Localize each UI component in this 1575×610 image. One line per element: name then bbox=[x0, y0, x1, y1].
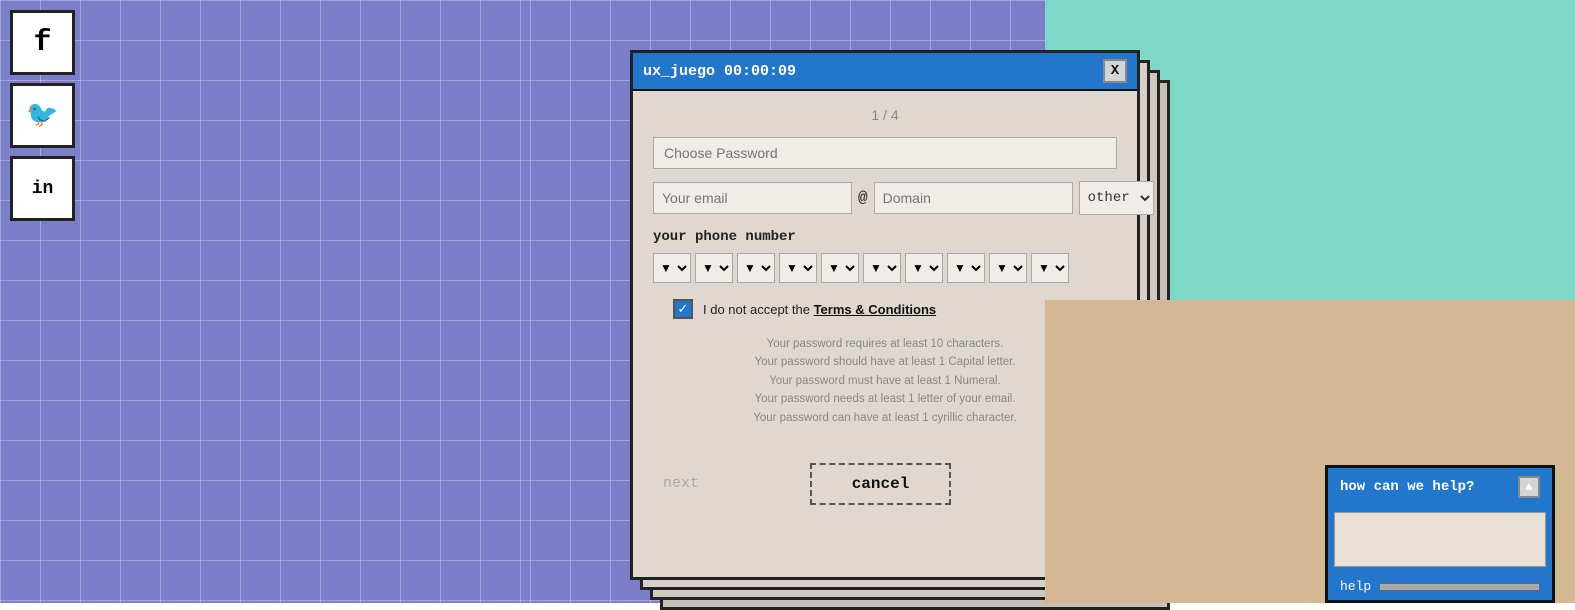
email-domain-input[interactable] bbox=[874, 182, 1073, 214]
left-panel: f 🐦 in bbox=[0, 0, 530, 603]
page-indicator: 1 / 4 bbox=[653, 107, 1117, 123]
terms-text: I do not accept the Terms & Conditions bbox=[703, 302, 936, 317]
phone-digit-9[interactable]: ▼ bbox=[989, 253, 1027, 283]
help-collapse-button[interactable]: ▲ bbox=[1518, 476, 1540, 498]
email-local-input[interactable] bbox=[653, 182, 852, 214]
social-icons: f 🐦 in bbox=[10, 10, 75, 221]
help-title: how can we help? bbox=[1340, 479, 1474, 495]
dialog-title: ux_juego 00:00:09 bbox=[643, 63, 796, 80]
right-bottom: how can we help? ▲ help bbox=[1045, 300, 1575, 603]
help-input-area[interactable] bbox=[1334, 512, 1546, 567]
twitter-icon: 🐦 bbox=[26, 100, 58, 131]
at-sign: @ bbox=[858, 189, 868, 207]
email-row: @ other .com .net .org bbox=[653, 181, 1117, 215]
phone-digit-4[interactable]: ▼ bbox=[779, 253, 817, 283]
password-input[interactable] bbox=[653, 137, 1117, 169]
linkedin-icon: in bbox=[32, 179, 54, 199]
tld-select[interactable]: other .com .net .org bbox=[1079, 181, 1154, 215]
help-widget: how can we help? ▲ help bbox=[1325, 465, 1555, 603]
dialog-titlebar: ux_juego 00:00:09 X bbox=[633, 53, 1137, 91]
help-progress-bar bbox=[1379, 583, 1540, 591]
linkedin-button[interactable]: in bbox=[10, 156, 75, 221]
phone-digit-1[interactable]: ▼ bbox=[653, 253, 691, 283]
facebook-icon: f bbox=[33, 26, 51, 60]
phone-digit-10[interactable]: ▼ bbox=[1031, 253, 1069, 283]
help-bottom: help bbox=[1328, 573, 1552, 600]
phone-digit-5[interactable]: ▼ bbox=[821, 253, 859, 283]
terms-checkbox[interactable]: ✓ bbox=[673, 299, 693, 319]
terms-link[interactable]: Terms & Conditions bbox=[814, 302, 937, 317]
collapse-icon: ▲ bbox=[1525, 480, 1532, 494]
help-label: help bbox=[1340, 579, 1371, 594]
middle-area: ux_juego 00:00:09 X 1 / 4 @ other bbox=[530, 0, 1045, 603]
phone-digit-2[interactable]: ▼ bbox=[695, 253, 733, 283]
facebook-button[interactable]: f bbox=[10, 10, 75, 75]
phone-label: your phone number bbox=[653, 229, 1117, 245]
cancel-button[interactable]: cancel bbox=[810, 463, 952, 505]
phone-dropdowns: ▼ ▼ ▼ ▼ ▼ ▼ ▼ ▼ ▼ ▼ bbox=[653, 253, 1117, 283]
close-button[interactable]: X bbox=[1103, 59, 1127, 83]
phone-digit-7[interactable]: ▼ bbox=[905, 253, 943, 283]
close-icon: X bbox=[1111, 63, 1119, 79]
twitter-button[interactable]: 🐦 bbox=[10, 83, 75, 148]
phone-digit-8[interactable]: ▼ bbox=[947, 253, 985, 283]
help-header: how can we help? ▲ bbox=[1328, 468, 1552, 506]
phone-digit-6[interactable]: ▼ bbox=[863, 253, 901, 283]
phone-digit-3[interactable]: ▼ bbox=[737, 253, 775, 283]
next-button[interactable]: next bbox=[663, 475, 699, 492]
